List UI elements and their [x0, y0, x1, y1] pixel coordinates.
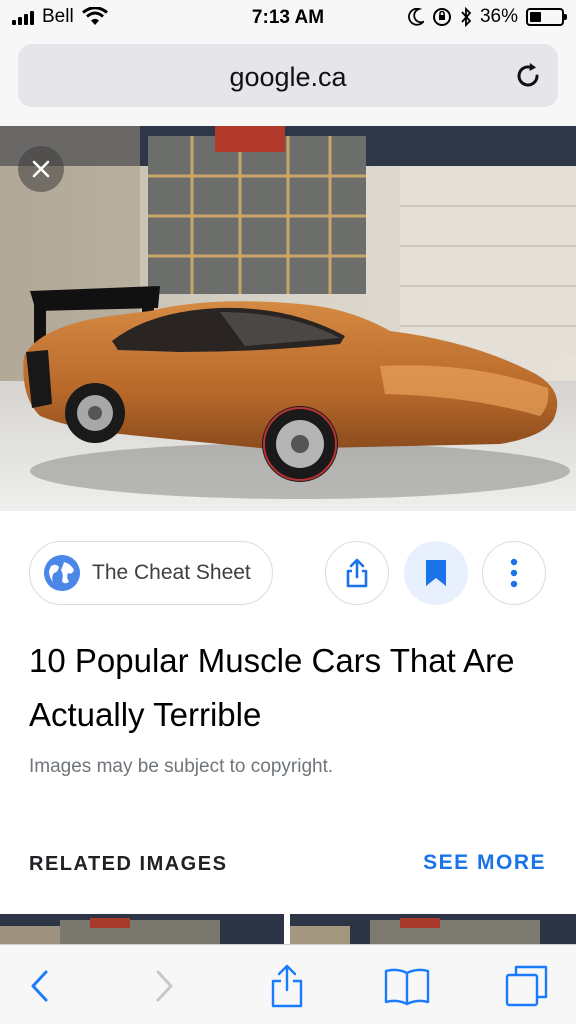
- reload-icon[interactable]: [512, 60, 544, 92]
- bookmarks-button[interactable]: [380, 959, 434, 1013]
- share-button[interactable]: [325, 541, 389, 605]
- url-area: google.ca: [0, 36, 576, 126]
- address-bar[interactable]: google.ca: [18, 44, 558, 107]
- related-image-thumb[interactable]: [0, 914, 284, 946]
- chevron-left-icon: [31, 970, 48, 1002]
- back-button[interactable]: [12, 959, 66, 1013]
- status-bar: Bell 7:13 AM 36%: [0, 0, 576, 36]
- tabs-icon: [505, 965, 548, 1007]
- close-button[interactable]: [18, 146, 64, 192]
- book-icon: [384, 968, 430, 1006]
- url-text: google.ca: [229, 62, 347, 92]
- orientation-lock-icon: [432, 8, 451, 26]
- forward-button[interactable]: [138, 959, 192, 1013]
- battery-fill: [530, 12, 541, 22]
- share-page-button[interactable]: [260, 959, 314, 1013]
- more-vert-icon: [510, 558, 518, 588]
- result-image[interactable]: [0, 126, 576, 511]
- close-icon: [32, 160, 50, 178]
- battery-icon: [526, 8, 567, 26]
- source-name: The Cheat Sheet: [92, 561, 251, 584]
- car-photo: [0, 126, 576, 511]
- status-right: 36%: [408, 6, 567, 28]
- chevron-right-icon: [156, 970, 173, 1002]
- result-title[interactable]: 10 Popular Muscle Cars That Are Actually…: [29, 634, 549, 742]
- share-icon: [346, 558, 368, 588]
- share-icon: [271, 964, 303, 1008]
- tabs-button[interactable]: [500, 959, 554, 1013]
- related-images-strip: [0, 914, 576, 946]
- more-options-button[interactable]: [482, 541, 546, 605]
- moon-icon: [408, 8, 424, 26]
- bluetooth-icon: [461, 7, 472, 27]
- related-image-thumb[interactable]: [290, 914, 576, 946]
- browser-toolbar: [0, 944, 576, 1024]
- globe-icon: [44, 555, 80, 591]
- save-button[interactable]: [404, 541, 468, 605]
- source-chip[interactable]: The Cheat Sheet: [29, 541, 273, 605]
- copyright-notice: Images may be subject to copyright.: [29, 756, 334, 777]
- related-images-heading: RELATED IMAGES: [29, 853, 228, 875]
- bookmark-icon: [426, 560, 446, 586]
- battery-percent: 36%: [479, 6, 518, 27]
- see-more-link[interactable]: SEE MORE: [423, 851, 546, 875]
